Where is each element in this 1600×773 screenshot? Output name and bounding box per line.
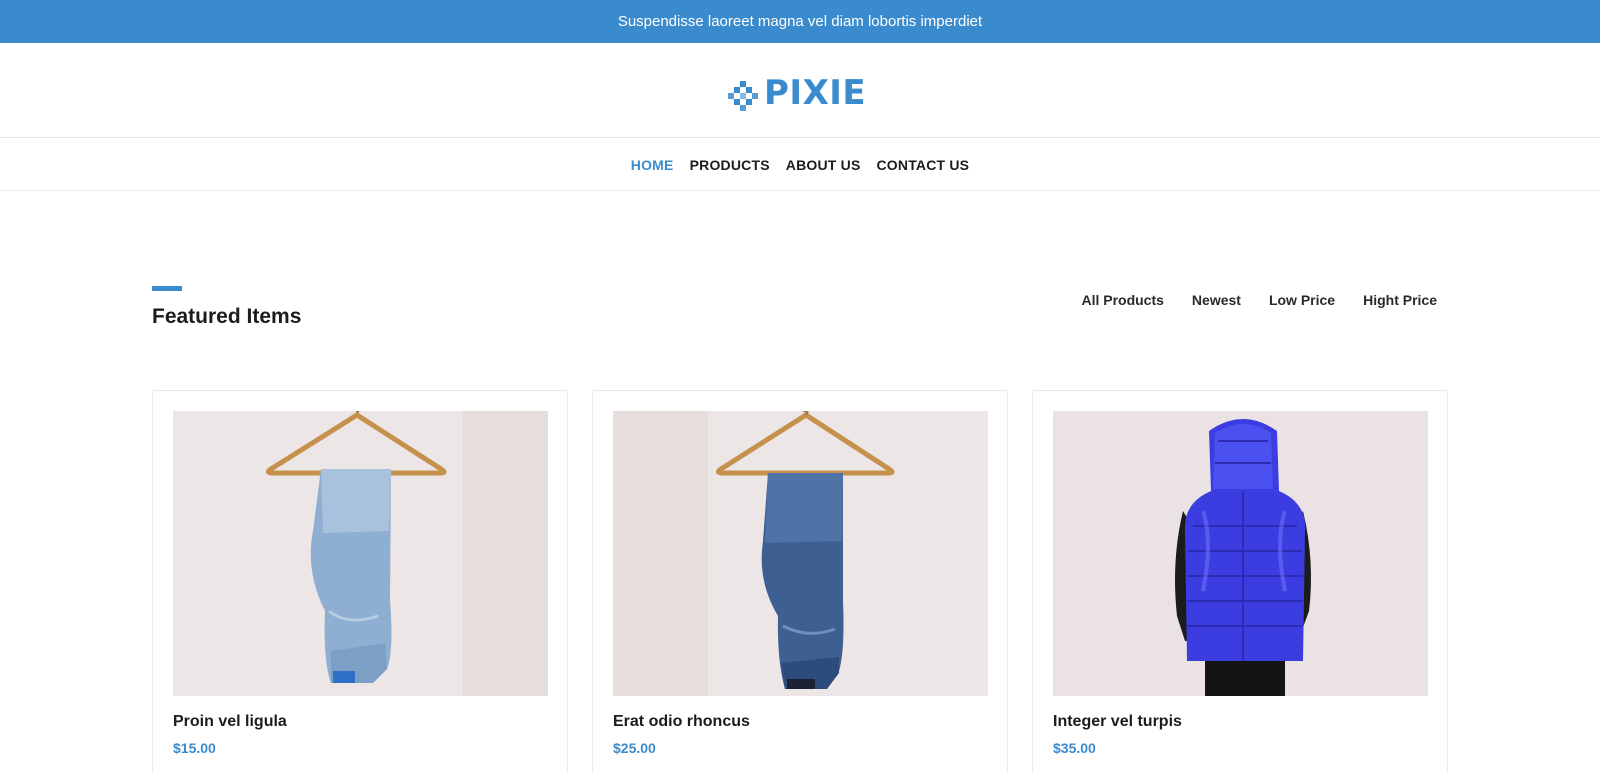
nav-item-contact-us[interactable]: CONTACT US xyxy=(876,157,969,173)
brand-name: PIXIE xyxy=(764,73,867,113)
puffer-vest-icon xyxy=(1053,411,1428,696)
product-card[interactable]: Integer vel turpis $35.00 xyxy=(1032,390,1448,773)
nav-item-products[interactable]: PRODUCTS xyxy=(690,157,770,173)
announcement-bar: Suspendisse laoreet magna vel diam lobor… xyxy=(0,0,1600,43)
product-price: $35.00 xyxy=(1053,740,1096,756)
jeans-on-hanger-icon xyxy=(173,411,548,696)
jeans-on-hanger-icon xyxy=(613,411,988,696)
product-image-light-jeans[interactable] xyxy=(173,411,548,696)
product-card[interactable]: Proin vel ligula $15.00 xyxy=(152,390,568,773)
site-logo[interactable]: PIXIE xyxy=(728,73,867,113)
filter-high-price[interactable]: Hight Price xyxy=(1363,292,1437,308)
product-price: $25.00 xyxy=(613,740,656,756)
filter-newest[interactable]: Newest xyxy=(1192,292,1241,308)
filter-all-products[interactable]: All Products xyxy=(1081,292,1163,308)
product-image-puffer-vest[interactable] xyxy=(1053,411,1428,696)
nav-item-home[interactable]: HOME xyxy=(631,157,674,173)
main-nav: HOME PRODUCTS ABOUT US CONTACT US xyxy=(0,139,1600,191)
section-accent-line xyxy=(152,286,182,291)
product-name[interactable]: Erat odio rhoncus xyxy=(613,713,750,731)
product-image-dark-jeans[interactable] xyxy=(613,411,988,696)
nav-item-about-us[interactable]: ABOUT US xyxy=(786,157,861,173)
product-name[interactable]: Proin vel ligula xyxy=(173,713,287,731)
announcement-text: Suspendisse laoreet magna vel diam lobor… xyxy=(617,13,983,30)
product-card[interactable]: Erat odio rhoncus $25.00 xyxy=(592,390,1008,773)
pixel-diamond-icon xyxy=(728,80,758,111)
filter-low-price[interactable]: Low Price xyxy=(1269,292,1335,308)
product-name[interactable]: Integer vel turpis xyxy=(1053,713,1182,731)
product-filters: All Products Newest Low Price Hight Pric… xyxy=(1081,292,1437,308)
site-header: PIXIE xyxy=(0,43,1600,138)
section-title: Featured Items xyxy=(152,305,302,328)
product-price: $15.00 xyxy=(173,740,216,756)
